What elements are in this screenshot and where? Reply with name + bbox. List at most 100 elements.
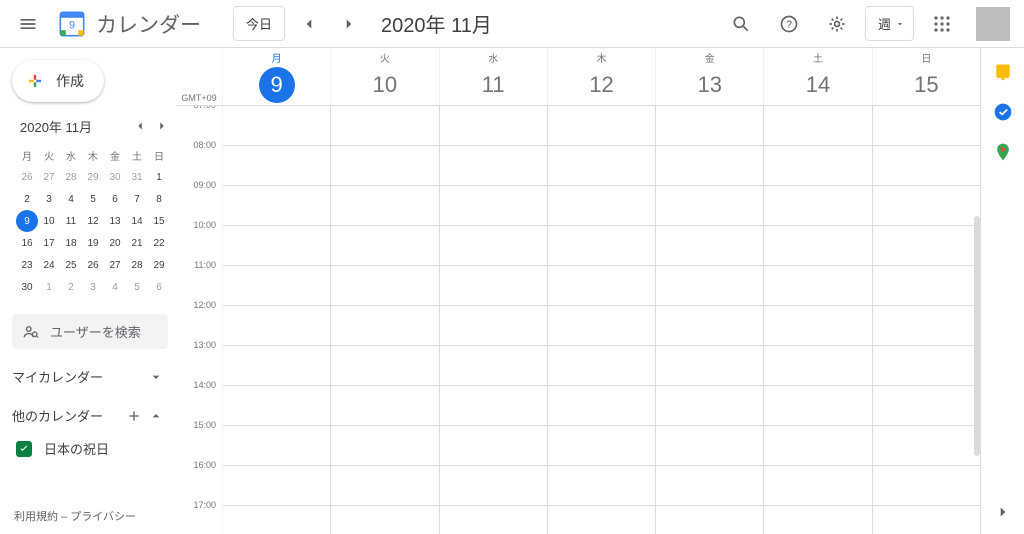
mini-day-cell[interactable]: 12 [82,210,104,232]
maps-icon[interactable] [993,142,1013,162]
user-avatar[interactable] [976,7,1010,41]
time-cell[interactable] [873,306,980,346]
mini-day-cell[interactable]: 6 [104,188,126,210]
mini-day-cell[interactable]: 9 [16,210,38,232]
day-column-header[interactable]: 木12 [547,48,655,105]
time-cell[interactable] [764,346,871,386]
mini-day-cell[interactable]: 4 [60,188,82,210]
time-cell[interactable] [548,426,655,466]
time-cell[interactable] [548,306,655,346]
time-cell[interactable] [764,266,871,306]
time-cell[interactable] [440,306,547,346]
keep-icon[interactable] [993,62,1013,82]
time-cell[interactable] [331,226,438,266]
time-cell[interactable] [223,226,330,266]
mini-day-cell[interactable]: 3 [82,276,104,298]
checkbox-checked-icon[interactable] [16,441,32,457]
mini-day-cell[interactable]: 20 [104,232,126,254]
time-cell[interactable] [764,186,871,226]
date-number[interactable]: 11 [475,67,511,103]
time-cell[interactable] [440,346,547,386]
time-cell[interactable] [548,266,655,306]
add-icon[interactable] [126,408,142,424]
time-cell[interactable] [656,466,763,506]
time-cell[interactable] [331,506,438,534]
time-cell[interactable] [656,386,763,426]
time-cell[interactable] [656,306,763,346]
search-users-button[interactable]: ユーザーを検索 [12,314,168,349]
prev-week-button[interactable] [293,8,325,40]
time-cell[interactable] [548,466,655,506]
mini-day-cell[interactable]: 30 [16,276,38,298]
mini-day-cell[interactable]: 14 [126,210,148,232]
time-cell[interactable] [440,466,547,506]
time-cell[interactable] [331,106,438,146]
mini-day-cell[interactable]: 31 [126,166,148,188]
day-column[interactable] [547,106,655,534]
time-cell[interactable] [440,226,547,266]
search-button[interactable] [721,4,761,44]
help-button[interactable]: ? [769,4,809,44]
scrollbar[interactable] [974,216,980,456]
time-cell[interactable] [331,146,438,186]
week-grid[interactable]: 07:0008:0009:0010:0011:0012:0013:0014:00… [176,106,980,534]
time-cell[interactable] [331,306,438,346]
time-cell[interactable] [764,106,871,146]
date-number[interactable]: 9 [259,67,295,103]
calendar-item-jp-holidays[interactable]: 日本の祝日 [12,435,176,462]
day-column[interactable] [439,106,547,534]
time-cell[interactable] [331,386,438,426]
mini-day-cell[interactable]: 2 [16,188,38,210]
other-calendars-section[interactable]: 他のカレンダー [12,396,176,435]
time-cell[interactable] [656,106,763,146]
time-cell[interactable] [873,506,980,534]
time-cell[interactable] [764,506,871,534]
time-cell[interactable] [764,306,871,346]
day-column[interactable] [330,106,438,534]
time-cell[interactable] [223,266,330,306]
time-cell[interactable] [656,146,763,186]
mini-day-cell[interactable]: 7 [126,188,148,210]
time-cell[interactable] [656,226,763,266]
time-cell[interactable] [873,466,980,506]
mini-day-cell[interactable]: 25 [60,254,82,276]
mini-day-cell[interactable]: 24 [38,254,60,276]
day-column[interactable] [655,106,763,534]
mini-day-cell[interactable]: 2 [60,276,82,298]
date-number[interactable]: 12 [583,67,619,103]
mini-day-cell[interactable]: 3 [38,188,60,210]
time-cell[interactable] [656,426,763,466]
time-cell[interactable] [223,106,330,146]
settings-button[interactable] [817,4,857,44]
time-cell[interactable] [223,386,330,426]
day-column-header[interactable]: 日15 [872,48,980,105]
mini-day-cell[interactable]: 4 [104,276,126,298]
time-cell[interactable] [656,506,763,534]
day-column[interactable] [763,106,871,534]
time-cell[interactable] [548,226,655,266]
mini-day-cell[interactable]: 18 [60,232,82,254]
time-cell[interactable] [873,266,980,306]
mini-day-cell[interactable]: 8 [148,188,170,210]
date-number[interactable]: 14 [800,67,836,103]
mini-day-cell[interactable]: 27 [104,254,126,276]
time-cell[interactable] [331,466,438,506]
time-cell[interactable] [656,186,763,226]
time-cell[interactable] [223,506,330,534]
mini-prev-month[interactable] [130,116,150,136]
mini-day-cell[interactable]: 29 [148,254,170,276]
day-column[interactable] [872,106,980,534]
mini-next-month[interactable] [152,116,172,136]
time-cell[interactable] [548,386,655,426]
mini-day-cell[interactable]: 26 [82,254,104,276]
mini-day-cell[interactable]: 15 [148,210,170,232]
time-cell[interactable] [656,346,763,386]
time-cell[interactable] [656,266,763,306]
date-number[interactable]: 13 [692,67,728,103]
time-cell[interactable] [873,346,980,386]
time-cell[interactable] [873,146,980,186]
time-cell[interactable] [331,266,438,306]
time-cell[interactable] [548,506,655,534]
day-column-header[interactable]: 火10 [330,48,438,105]
time-cell[interactable] [223,426,330,466]
